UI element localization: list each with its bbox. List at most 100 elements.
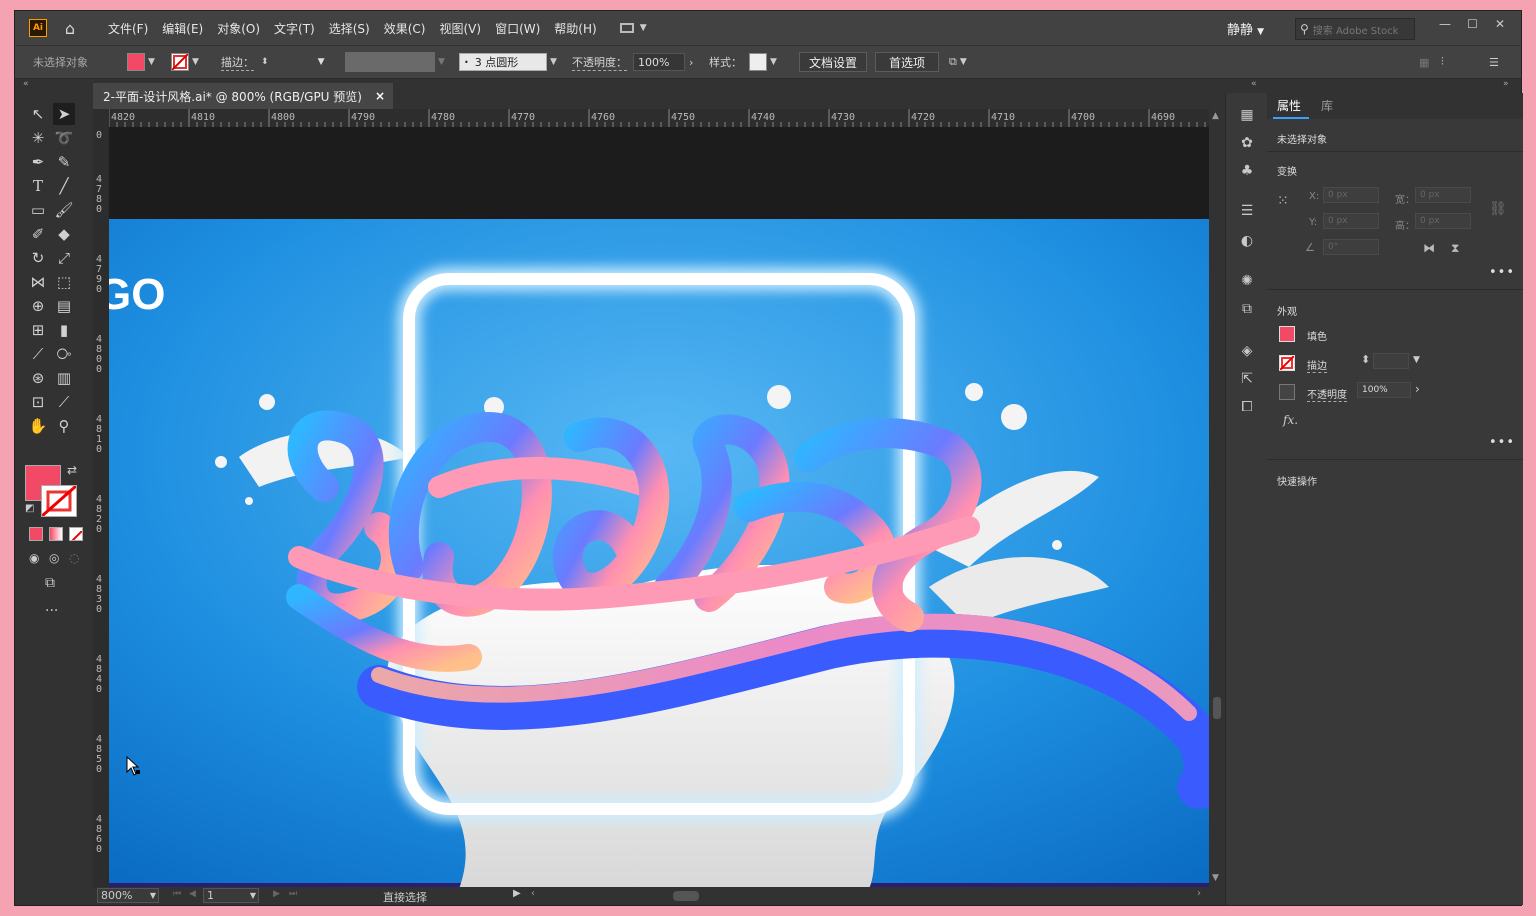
tab-properties[interactable]: 属性 [1277,97,1301,114]
swap-colors-icon[interactable]: ⇄ [67,463,77,477]
rotate-tool-icon[interactable]: ↻ [27,247,49,269]
screen-mode-icon[interactable]: ⧉ [45,575,55,591]
last-artboard-icon[interactable]: ⏭ [289,889,297,899]
edit-toolbar-icon[interactable]: ··· [45,603,58,619]
close-icon[interactable]: ✕ [1495,17,1505,31]
artboard-canvas[interactable]: GO [109,127,1209,889]
rectangle-tool-icon[interactable]: ▭ [27,199,49,221]
none-mode-icon[interactable] [69,527,83,541]
chevron-right-icon[interactable]: › [689,56,693,69]
vertical-scrollbar[interactable]: ▲ ▼ [1209,109,1225,887]
direct-selection-tool-icon[interactable]: ➤ [53,103,75,125]
opacity-field[interactable]: 100% › [633,53,693,71]
user-menu[interactable]: 静静 ▼ [1227,19,1264,38]
document-setup-button[interactable]: 文档设置 [799,52,867,72]
free-transform-tool-icon[interactable]: ⬚ [53,271,75,293]
horizontal-scroll-thumb[interactable] [673,891,699,901]
constrain-proportions-icon[interactable]: ⛓ [1489,201,1507,217]
column-graph-tool-icon[interactable]: ▥ [53,367,75,389]
symbol-sprayer-tool-icon[interactable]: ⊛ [27,367,49,389]
appearance-panel-icon[interactable]: ✺ [1237,271,1257,291]
align-icon[interactable]: ▦ [1419,56,1429,69]
close-tab-icon[interactable]: × [375,89,385,103]
graphic-styles-panel-icon[interactable]: ⧉ [1237,299,1257,319]
pen-tool-icon[interactable]: ✒ [27,151,49,173]
gradient-mode-icon[interactable] [49,527,63,541]
flip-vertical-icon[interactable]: ⧗ [1451,241,1459,256]
zoom-tool-icon[interactable]: ⚲ [53,415,75,437]
default-colors-icon[interactable]: ◩ [25,503,34,514]
stroke-color-picker[interactable]: ▼ [171,53,199,71]
home-icon[interactable]: ⌂ [61,19,79,38]
line-tool-icon[interactable]: ╱ [53,175,75,197]
draw-normal-icon[interactable]: ◉ [29,551,39,565]
menu-select[interactable]: 选择(S) [322,20,377,37]
status-menu-icon[interactable]: ▶ [513,888,521,899]
opacity-field[interactable]: 100% [1357,382,1411,398]
eraser-tool-icon[interactable]: ◆ [53,223,75,245]
panel-menu-icon[interactable]: ☰ [1489,56,1499,69]
prev-artboard-icon[interactable]: ◀ [189,889,196,899]
menu-object[interactable]: 对象(O) [210,20,267,37]
menu-file[interactable]: 文件(F) [101,20,155,37]
scroll-up-icon[interactable]: ▲ [1212,111,1219,121]
draw-inside-icon[interactable]: ◌ [69,551,79,565]
minimize-icon[interactable]: — [1439,17,1451,31]
shaper-tool-icon[interactable]: ✐ [27,223,49,245]
stock-search-input[interactable]: ⚲ 搜索 Adobe Stock [1295,18,1415,40]
zoom-field[interactable]: 800% ▼ [97,888,159,903]
menu-window[interactable]: 窗口(W) [488,20,547,37]
stroke-panel-icon[interactable]: ☰ [1237,201,1257,221]
curvature-tool-icon[interactable]: ✎ [53,151,75,173]
opacity-label[interactable]: 不透明度： [572,54,627,71]
lasso-tool-icon[interactable]: ➰ [53,127,75,149]
fill-swatch[interactable] [1279,326,1295,342]
stroke-label[interactable]: 描边 [1307,357,1327,373]
arrange-documents-button[interactable]: ⧉ ▼ [949,55,967,69]
maximize-icon[interactable]: ☐ [1467,17,1478,31]
menu-help[interactable]: 帮助(H) [547,20,603,37]
angle-field[interactable]: 0° [1323,239,1379,255]
chevron-right-icon[interactable]: › [1415,382,1420,396]
collapse-panels-icon[interactable]: « [1251,79,1257,89]
document-tab[interactable]: 2-平面-设计风格.ai* @ 800% (RGB/GPU 预览) × [93,83,393,109]
symbols-panel-icon[interactable]: ♣ [1237,161,1257,181]
stepper-icon[interactable]: ⬍ [261,57,269,67]
menu-effect[interactable]: 效果(C) [377,20,433,37]
type-tool-icon[interactable]: T [27,175,49,197]
paintbrush-tool-icon[interactable]: 🖌 [53,199,75,221]
more-options-icon[interactable]: ••• [1489,265,1515,280]
color-mode-icon[interactable] [29,527,43,541]
first-artboard-icon[interactable]: ⏮ [173,889,181,899]
slice-tool-icon[interactable]: ⟋ [53,391,75,413]
gradient-tool-icon[interactable]: ▮ [53,319,75,341]
height-field[interactable]: 0 px [1415,213,1471,229]
magic-wand-tool-icon[interactable]: ✳ [27,127,49,149]
scroll-right-icon[interactable]: › [1197,888,1201,899]
stroke-label[interactable]: 描边： [221,54,254,71]
x-field[interactable]: 0 px [1323,187,1379,203]
stroke-weight-field[interactable] [1373,353,1409,369]
more-options-icon[interactable]: ••• [1489,435,1515,450]
menu-type[interactable]: 文字(T) [267,20,322,37]
stepper-icon[interactable]: ⬍ [1361,353,1370,366]
artboards-panel-icon[interactable]: ▦ [1237,105,1257,125]
menu-view[interactable]: 视图(V) [432,20,488,37]
selection-tool-icon[interactable]: ↖ [27,103,49,125]
brushes-panel-icon[interactable]: ✿ [1237,133,1257,153]
expand-panels-icon[interactable]: » [1503,79,1509,89]
next-artboard-icon[interactable]: ▶ [273,889,280,899]
export-panel-icon[interactable]: ⇱ [1237,369,1257,389]
tab-libraries[interactable]: 库 [1321,97,1333,114]
flip-horizontal-icon[interactable]: ⧓ [1423,241,1435,255]
stroke-swatch[interactable] [1279,355,1295,371]
mesh-tool-icon[interactable]: ⊞ [27,319,49,341]
width-tool-icon[interactable]: ⋈ [27,271,49,293]
transparency-panel-icon[interactable]: ◐ [1237,231,1257,251]
brush-definition[interactable]: • 3 点圆形 ▼ [459,53,557,71]
menu-edit[interactable]: 编辑(E) [155,20,210,37]
fx-button[interactable]: fx. [1283,413,1298,427]
draw-behind-icon[interactable]: ◎ [49,551,59,565]
blend-tool-icon[interactable]: ⧂ [53,343,75,365]
variable-width-profile[interactable]: ▼ [345,52,445,72]
